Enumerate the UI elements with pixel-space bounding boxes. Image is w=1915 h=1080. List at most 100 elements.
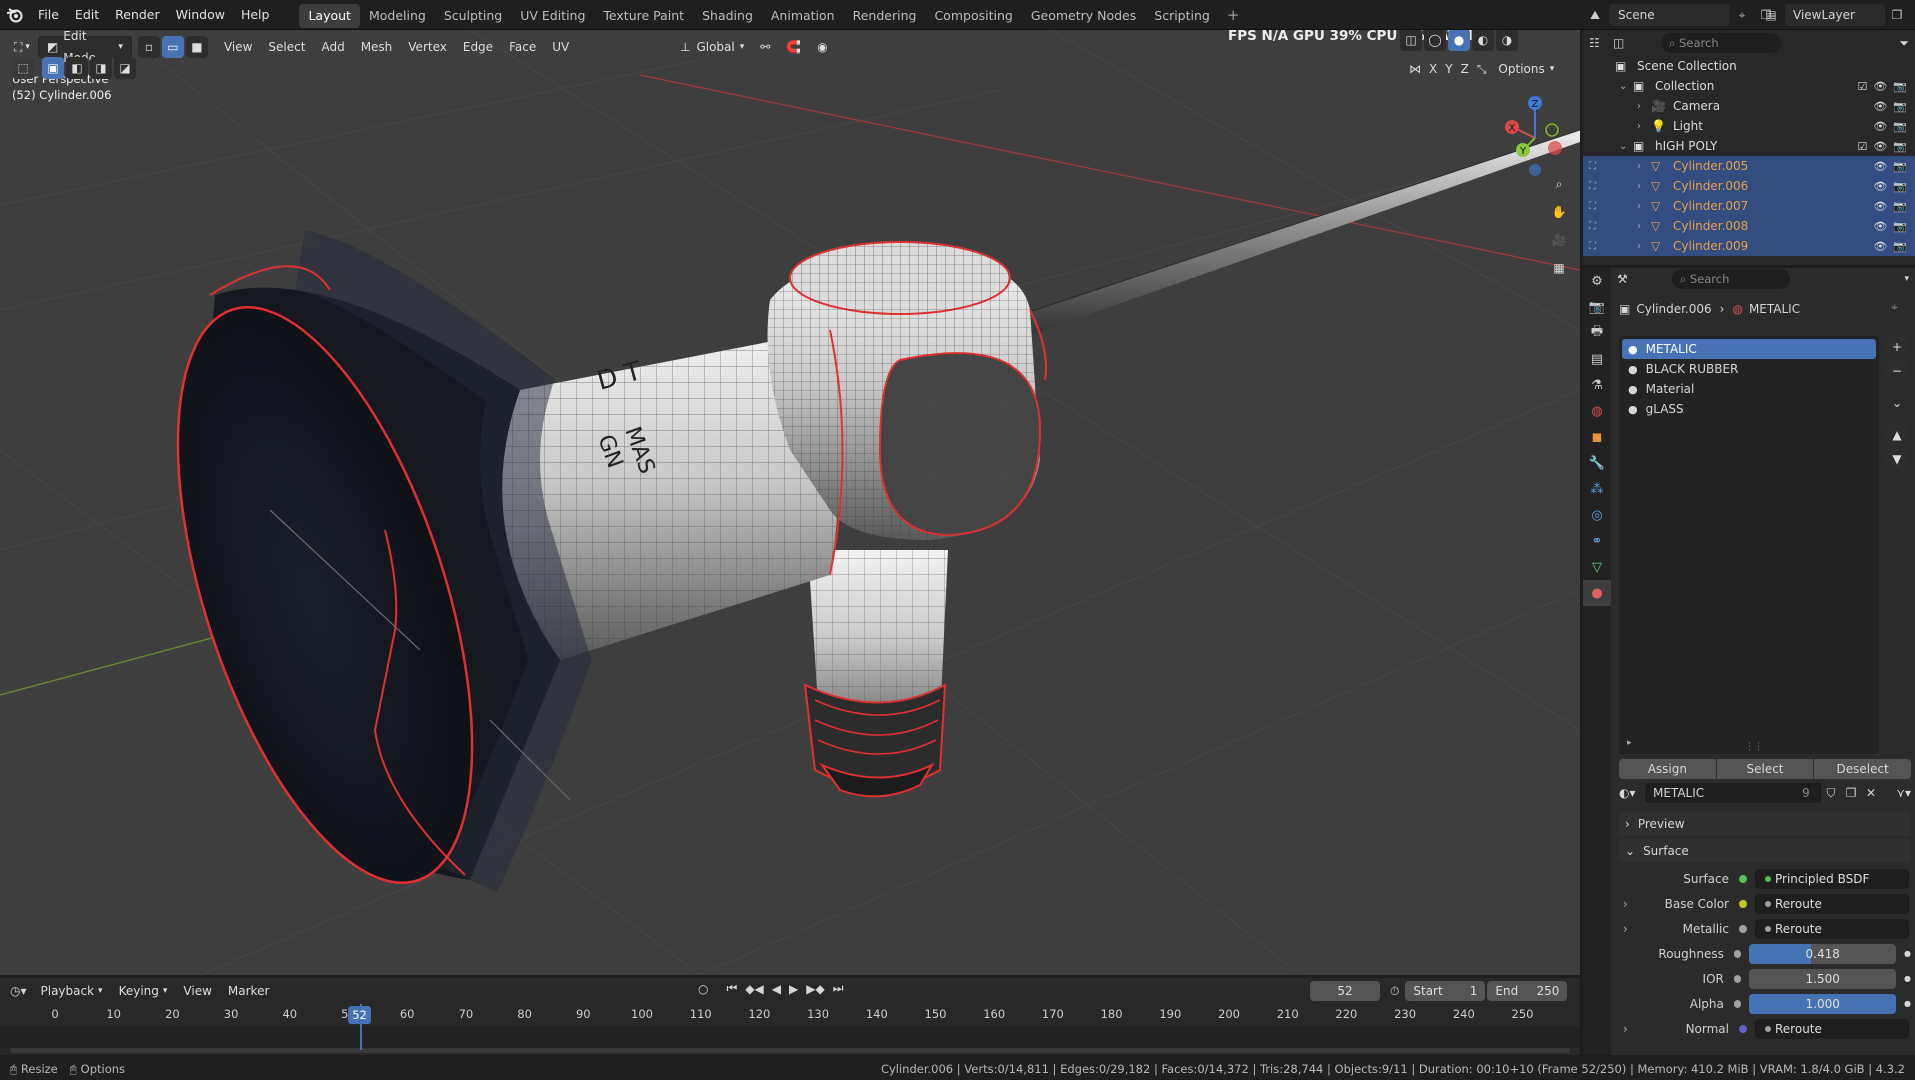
socket-icon[interactable] — [1733, 974, 1742, 983]
viewport-menu-face[interactable]: Face — [501, 36, 544, 58]
play-reverse-icon[interactable]: ◀ — [772, 982, 781, 996]
tab-shading[interactable]: Shading — [693, 4, 762, 28]
select-extend-icon[interactable]: ◧ — [66, 57, 88, 79]
select-tool-icon[interactable]: ⬚ — [12, 57, 34, 79]
playhead-frame-label[interactable]: 52 — [348, 1006, 371, 1024]
rendered-shading-icon[interactable]: ◑ — [1496, 30, 1518, 51]
output-tab-icon[interactable]: 🖶 — [1583, 320, 1611, 346]
socket-icon[interactable] — [1739, 924, 1747, 933]
socket-icon[interactable] — [1739, 899, 1747, 908]
solid-shading-icon[interactable]: ● — [1448, 30, 1470, 51]
properties-editor-icon[interactable]: ⚒ — [1617, 272, 1628, 286]
eye-icon[interactable]: 👁 — [1873, 140, 1887, 153]
edit-mode-icon[interactable]: ⛶ — [1589, 181, 1596, 192]
camera-view-icon[interactable]: 🎥 — [1548, 229, 1570, 251]
tab-animation[interactable]: Animation — [762, 4, 844, 28]
tab-modeling[interactable]: Modeling — [360, 4, 435, 28]
chevron-right-icon[interactable]: › — [1637, 221, 1651, 232]
viewport-menu-select[interactable]: Select — [260, 36, 313, 58]
material-slot[interactable]: ● BLACK RUBBER — [1622, 359, 1876, 379]
fake-user-icon[interactable]: ⛉ — [1821, 786, 1841, 801]
scene-tab-icon[interactable]: ⚗ — [1583, 372, 1611, 398]
timeline-track[interactable] — [0, 1026, 1580, 1048]
tab-geometry-nodes[interactable]: Geometry Nodes — [1022, 4, 1145, 28]
mirror-x-button[interactable]: X — [1425, 58, 1441, 80]
constraints-tab-icon[interactable]: ⚭ — [1583, 528, 1611, 554]
camera-render-icon[interactable]: 📷 — [1893, 200, 1907, 213]
ortho-grid-icon[interactable]: ▦ — [1548, 257, 1570, 279]
mirror-y-button[interactable]: Y — [1441, 58, 1456, 80]
select-button[interactable]: Select — [1716, 759, 1814, 779]
menu-file[interactable]: File — [30, 0, 67, 30]
menu-render[interactable]: Render — [107, 0, 168, 30]
duplicate-icon[interactable]: ❐ — [1841, 786, 1861, 800]
face-select-icon[interactable]: ■ — [185, 36, 208, 58]
transform-orientation[interactable]: ⊥ Global ▾ — [672, 36, 752, 58]
move-down-icon[interactable]: ▼ — [1886, 448, 1908, 470]
properties-search[interactable]: ⌕ Search — [1671, 269, 1790, 289]
tab-uv-editing[interactable]: UV Editing — [511, 4, 594, 28]
proportional-edit-icon[interactable]: ◉ — [809, 36, 835, 58]
chevron-right-icon[interactable]: › — [1637, 201, 1651, 212]
material-slot[interactable]: ● gLASS — [1622, 399, 1876, 419]
editor-type-button[interactable]: ⛶ ▾ — [10, 36, 34, 58]
camera-render-icon[interactable]: 📷 — [1893, 140, 1907, 153]
tab-sculpting[interactable]: Sculpting — [435, 4, 511, 28]
timeline-menu-view[interactable]: View — [175, 980, 219, 1002]
jump-end-icon[interactable]: ⏭ — [833, 981, 844, 996]
viewport-menu-vertex[interactable]: Vertex — [400, 36, 455, 58]
tool-tab-icon[interactable]: ⚙ — [1583, 268, 1611, 294]
eye-icon[interactable]: 👁 — [1873, 180, 1887, 193]
chevron-right-icon[interactable]: › — [1637, 181, 1651, 192]
menu-help[interactable]: Help — [233, 0, 278, 30]
blender-logo-icon[interactable] — [0, 7, 30, 23]
camera-render-icon[interactable]: 📷 — [1893, 220, 1907, 233]
timeline-menu-keying[interactable]: Keying ▾ — [111, 980, 176, 1002]
eye-icon[interactable]: 👁 — [1873, 240, 1887, 253]
zoom-icon[interactable]: ⌕ — [1548, 173, 1570, 195]
auto-key-icon[interactable]: ○ — [698, 982, 708, 996]
eye-icon[interactable]: 👁 — [1873, 120, 1887, 133]
add-workspace-button[interactable]: + — [1219, 0, 1248, 30]
outliner-row[interactable]: ⛶ › ▽ Cylinder.009 👁 📷 — [1583, 236, 1915, 256]
select-intersect-icon[interactable]: ◪ — [114, 57, 136, 79]
close-icon[interactable]: ✕ — [1861, 786, 1881, 800]
eye-icon[interactable]: 👁 — [1873, 80, 1887, 93]
menu-window[interactable]: Window — [168, 0, 233, 30]
keyframe-dot-icon[interactable]: ● — [1904, 949, 1911, 958]
outliner-search[interactable]: ⌕ Search — [1661, 33, 1781, 53]
material-browse-icon[interactable]: ◐▾ — [1619, 786, 1645, 800]
add-slot-icon[interactable]: + — [1886, 336, 1908, 358]
node-tree-icon[interactable]: ⋎▾ — [1896, 786, 1911, 800]
surface-row-value[interactable]: 0.418 — [1749, 943, 1896, 964]
start-frame-field[interactable]: Start 1 — [1405, 981, 1486, 1001]
filter-icon[interactable]: ⏷ — [1899, 36, 1909, 51]
eye-icon[interactable]: 👁 — [1873, 200, 1887, 213]
select-subtract-icon[interactable]: ◨ — [90, 57, 112, 79]
outliner-row[interactable]: › 💡 Light 👁 📷 — [1583, 116, 1915, 136]
display-mode-icon[interactable]: ◫ — [1613, 36, 1637, 50]
view-layer-field[interactable]: ViewLayer — [1785, 4, 1885, 26]
eye-icon[interactable]: 👁 — [1873, 100, 1887, 113]
viewport-menu-edge[interactable]: Edge — [455, 36, 501, 58]
eye-icon[interactable]: 👁 — [1873, 220, 1887, 233]
camera-render-icon[interactable]: 📷 — [1893, 160, 1907, 173]
pivot-icon[interactable]: ⚯ — [752, 36, 778, 58]
edit-mode-icon[interactable]: ⛶ — [1589, 201, 1596, 212]
viewport-menu-uv[interactable]: UV — [544, 36, 577, 58]
checkbox-icon[interactable]: ☑ — [1857, 140, 1867, 153]
resize-grip-icon[interactable]: ⋮⋮ — [1745, 742, 1763, 752]
timeline-editor-icon[interactable]: ◷▾ — [10, 984, 27, 998]
timeline-menu-playback[interactable]: Playback ▾ — [33, 980, 111, 1002]
socket-icon[interactable] — [1733, 949, 1742, 958]
vertex-select-icon[interactable]: ▫ — [137, 36, 160, 58]
chevron-right-icon[interactable]: › — [1637, 241, 1651, 252]
surface-row-value[interactable]: Reroute — [1755, 1018, 1909, 1039]
socket-icon[interactable] — [1733, 999, 1742, 1008]
material-shading-icon[interactable]: ◐ — [1472, 30, 1494, 51]
viewport-menu-mesh[interactable]: Mesh — [353, 36, 401, 58]
surface-row-value[interactable]: Reroute — [1755, 918, 1909, 939]
material-tab-icon[interactable]: ● — [1583, 580, 1611, 606]
particles-tab-icon[interactable]: ⁂ — [1583, 476, 1611, 502]
navigation-gizmo[interactable]: Z X Y — [1495, 90, 1575, 180]
